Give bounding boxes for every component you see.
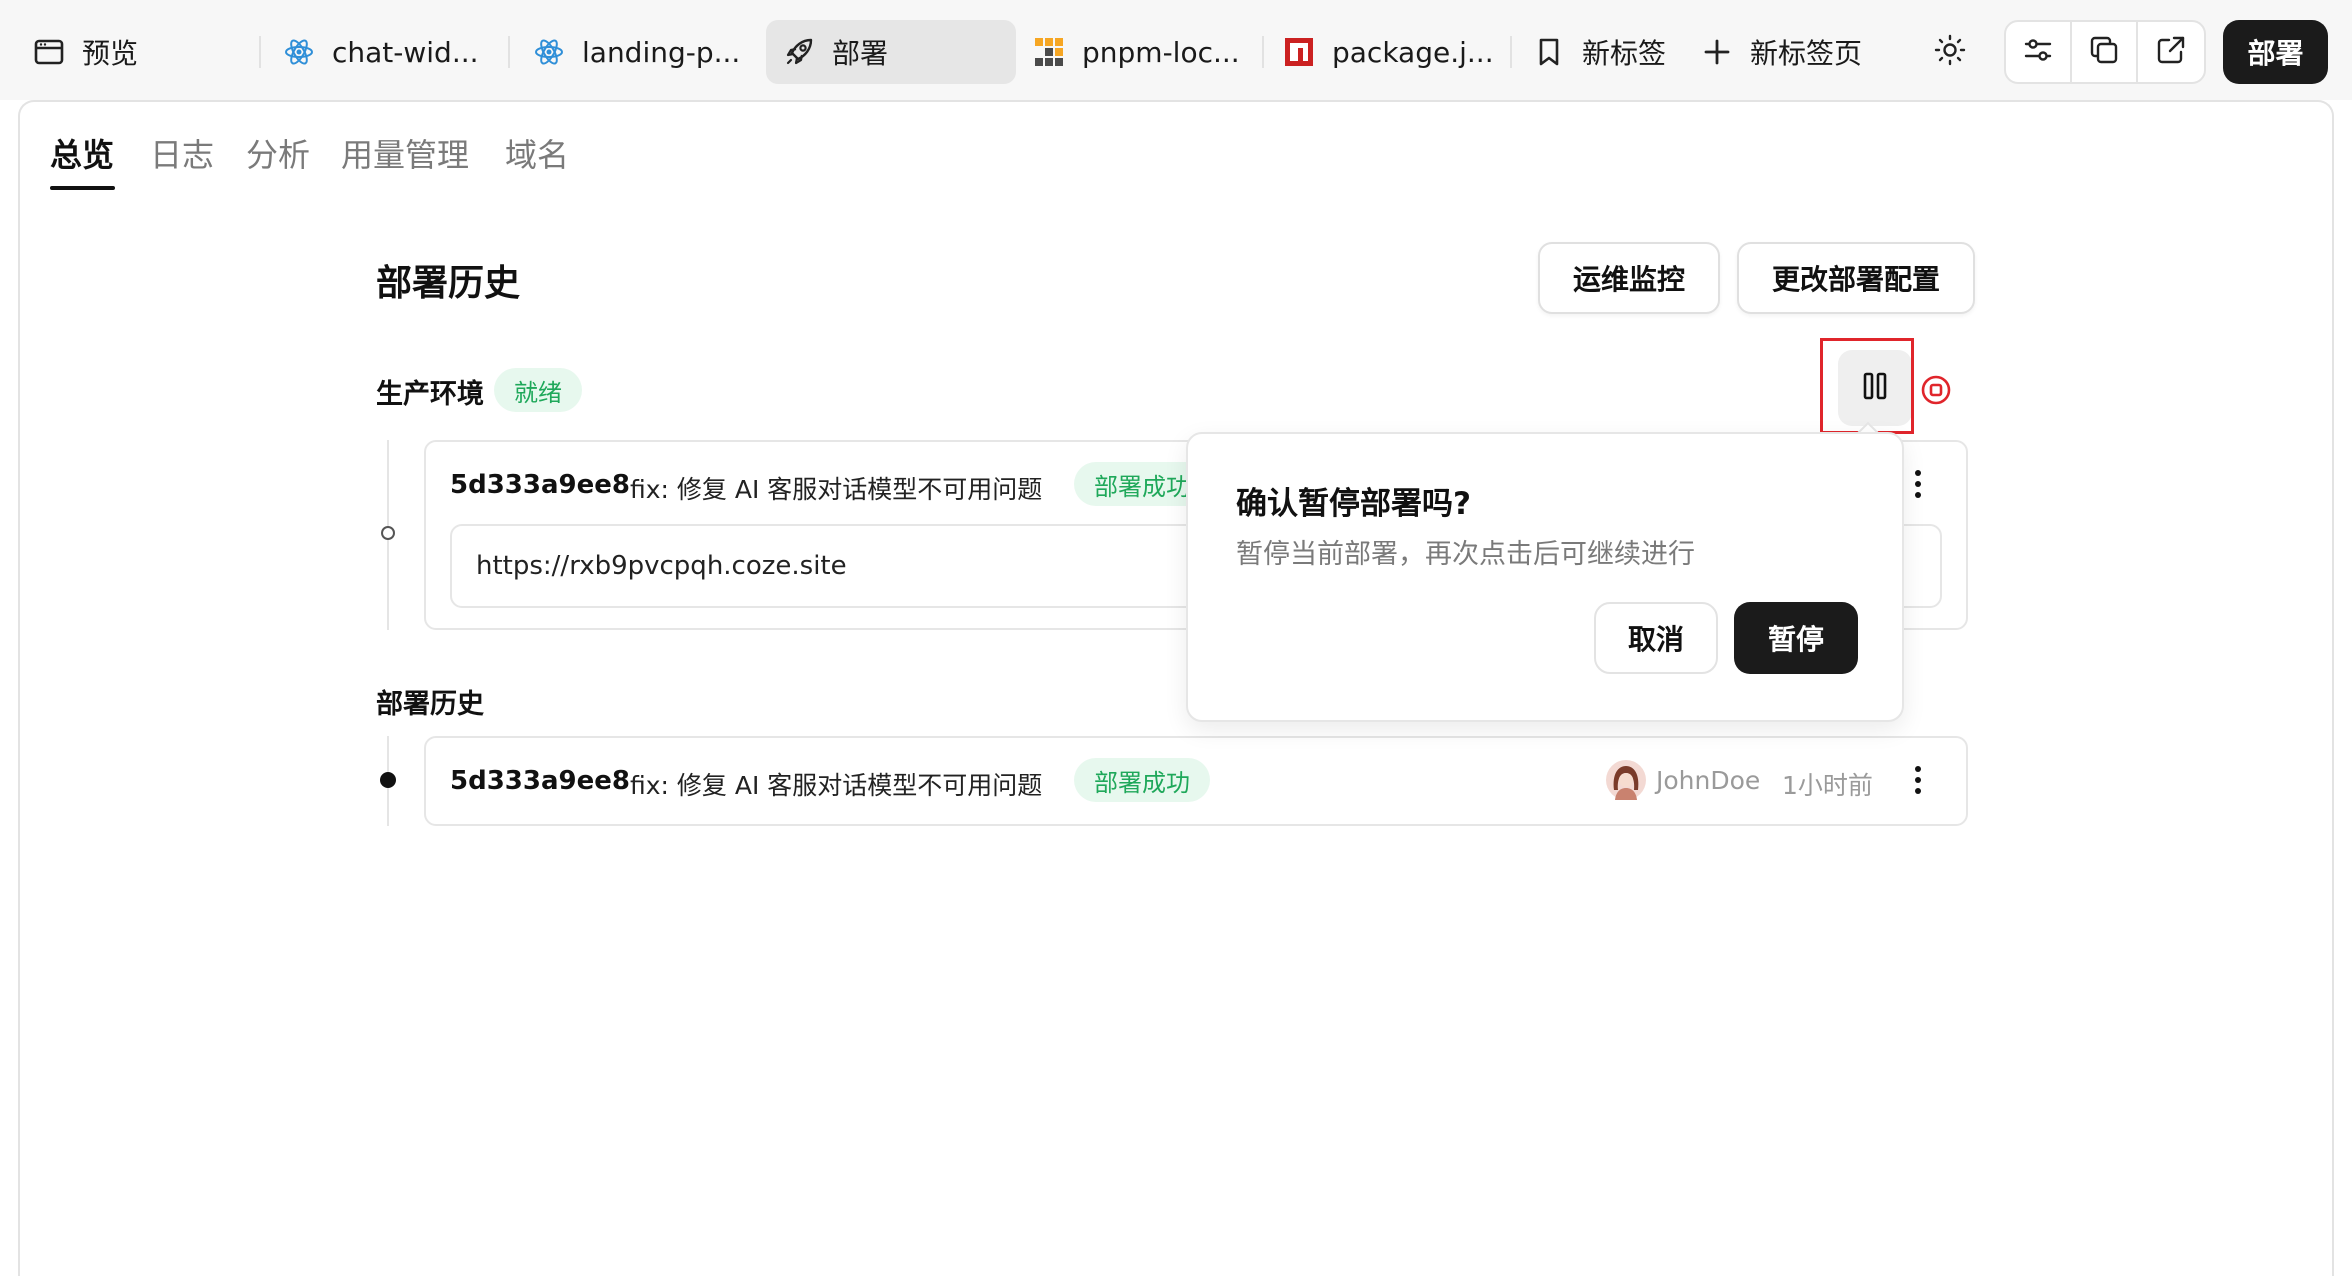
monitor-button[interactable]: 运维监控	[1538, 242, 1720, 314]
theme-toggle-button[interactable]	[1930, 32, 1970, 72]
copy-icon	[2089, 35, 2119, 69]
subtab-active-indicator	[50, 186, 115, 190]
top-tab-bar: 预览 chat-wid... landing-p... 部署 pnpm-loc.…	[0, 0, 2352, 100]
settings-sliders-button[interactable]	[2004, 20, 2072, 84]
confirm-pause-button[interactable]: 暂停	[1734, 602, 1858, 674]
stop-circle-icon	[1920, 375, 1952, 410]
more-options-button[interactable]	[1906, 464, 1930, 504]
env-label: 生产环境	[376, 379, 484, 410]
tab-divider	[508, 36, 510, 68]
deploy-time: 1小时前	[1782, 771, 1873, 800]
rocket-icon	[782, 35, 816, 69]
tab-landing-page[interactable]: landing-p...	[516, 20, 756, 84]
popover-description: 暂停当前部署，再次点击后可继续进行	[1236, 539, 1695, 570]
deploy-button[interactable]: 部署	[2223, 20, 2328, 84]
copy-button[interactable]	[2070, 20, 2138, 84]
timeline-dot	[380, 772, 396, 788]
tab-divider	[1262, 36, 1264, 68]
react-icon	[532, 35, 566, 69]
stop-deploy-button[interactable]	[1920, 374, 1952, 410]
highlight-frame	[1820, 338, 1914, 434]
deploy-status-badge: 部署成功	[1074, 758, 1210, 802]
subtab-domains[interactable]: 域名	[505, 130, 569, 176]
tab-divider	[1510, 36, 1512, 68]
tab-deploy[interactable]: 部署	[766, 20, 1016, 84]
tab-new-bookmark[interactable]: 新标签	[1516, 20, 1682, 84]
main-panel	[18, 100, 2334, 1276]
commit-message: fix: 修复 AI 客服对话模型不可用问题	[630, 475, 1043, 504]
sliders-icon	[2023, 35, 2053, 69]
pause-confirm-popover: 确认暂停部署吗? 暂停当前部署，再次点击后可继续进行 取消 暂停	[1186, 432, 1904, 722]
tab-label: 预览	[82, 37, 139, 70]
more-options-button[interactable]	[1906, 760, 1930, 800]
env-status-badge: 就绪	[494, 368, 582, 412]
external-link-icon	[2156, 35, 2186, 69]
tab-pnpm-lock[interactable]: pnpm-loc...	[1016, 20, 1256, 84]
tab-new-tab-page[interactable]: 新标签页	[1684, 20, 1878, 84]
open-external-button[interactable]	[2136, 20, 2206, 84]
tab-package-json[interactable]: package.j...	[1266, 20, 1510, 84]
author-name: JohnDoe	[1656, 766, 1761, 795]
window-icon	[32, 35, 66, 69]
tab-label: 新标签页	[1750, 37, 1863, 70]
tab-divider	[259, 36, 261, 68]
tab-label: pnpm-loc...	[1082, 35, 1240, 69]
npm-icon	[1282, 35, 1316, 69]
tab-preview[interactable]: 预览	[16, 20, 154, 84]
deployment-url-text: https://rxb9pvcpqh.coze.site	[476, 551, 847, 581]
cancel-button[interactable]: 取消	[1594, 602, 1718, 674]
change-config-button[interactable]: 更改部署配置	[1737, 242, 1975, 314]
plus-icon	[1700, 35, 1734, 69]
sun-icon	[1934, 34, 1966, 70]
subtab-logs[interactable]: 日志	[150, 130, 214, 176]
tab-label: chat-wid...	[332, 35, 479, 69]
page-title: 部署历史	[376, 263, 521, 304]
tab-label: 部署	[832, 37, 889, 70]
pnpm-icon	[1032, 35, 1066, 69]
popover-title: 确认暂停部署吗?	[1236, 486, 1471, 522]
tab-label: 新标签	[1582, 37, 1667, 70]
commit-hash: 5d333a9ee8	[450, 766, 630, 796]
subtab-usage[interactable]: 用量管理	[341, 130, 469, 176]
commit-hash: 5d333a9ee8	[450, 470, 630, 500]
tab-label: package.j...	[1332, 35, 1494, 69]
subtab-analytics[interactable]: 分析	[246, 130, 310, 176]
tab-label: landing-p...	[582, 35, 741, 69]
commit-message: fix: 修复 AI 客服对话模型不可用问题	[630, 771, 1043, 800]
tab-chat-widget[interactable]: chat-wid...	[266, 20, 495, 84]
subtab-overview[interactable]: 总览	[50, 130, 114, 176]
bookmark-icon	[1532, 35, 1566, 69]
timeline-dot	[381, 526, 395, 540]
avatar	[1606, 760, 1646, 800]
history-label: 部署历史	[376, 689, 484, 720]
react-icon	[282, 35, 316, 69]
